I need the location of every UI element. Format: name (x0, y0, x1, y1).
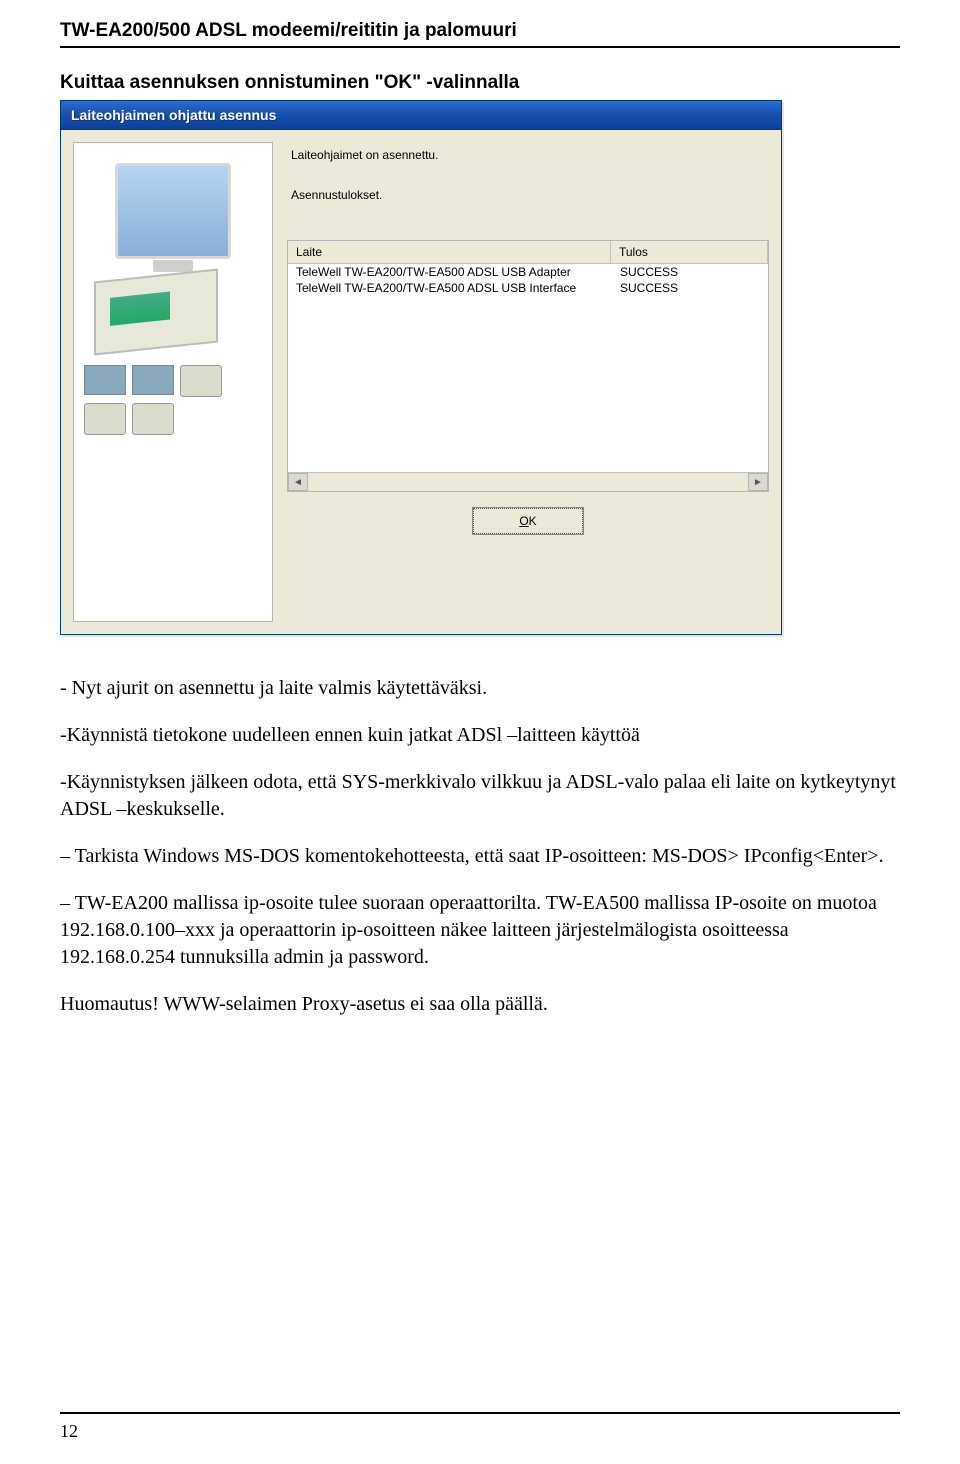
floppy-disk-icon (180, 365, 222, 397)
dialog-message-1: Laiteohjaimet on asennettu. (291, 148, 765, 162)
computer-box-icon (94, 268, 218, 355)
results-list: Laite Tulos TeleWell TW-EA200/TW-EA500 A… (287, 240, 769, 492)
footer-divider (60, 1412, 900, 1414)
paragraph: -Käynnistä tietokone uudelleen ennen kui… (60, 722, 900, 749)
column-header-device[interactable]: Laite (288, 241, 611, 263)
dialog-message-2: Asennustulokset. (291, 188, 765, 202)
list-item[interactable]: TeleWell TW-EA200/TW-EA500 ADSL USB Inte… (288, 280, 768, 296)
dialog-titlebar: Laiteohjaimen ohjattu asennus (61, 101, 781, 130)
dialog-graphic-pane (73, 142, 273, 622)
paragraph: - Nyt ajurit on asennettu ja laite valmi… (60, 675, 900, 702)
list-item[interactable]: TeleWell TW-EA200/TW-EA500 ADSL USB Adap… (288, 264, 768, 280)
ok-button[interactable]: OOKK (473, 508, 583, 534)
hardware-chip-icon (132, 365, 174, 395)
paragraph: Huomautus! WWW-selaimen Proxy-asetus ei … (60, 991, 900, 1018)
device-cell: TeleWell TW-EA200/TW-EA500 ADSL USB Adap… (296, 265, 620, 279)
result-cell: SUCCESS (620, 281, 760, 295)
horizontal-scrollbar[interactable]: ◄ ► (288, 472, 768, 491)
floppy-disk-icon (84, 403, 126, 435)
paragraph: -Käynnistyksen jälkeen odota, että SYS-m… (60, 769, 900, 823)
page-number: 12 (60, 1421, 78, 1442)
driver-install-dialog: Laiteohjaimen ohjattu asennus Laiteohjai… (60, 100, 782, 635)
hardware-chip-icon (84, 365, 126, 395)
page-header-title: TW-EA200/500 ADSL modeemi/reititin ja pa… (60, 20, 900, 48)
result-cell: SUCCESS (620, 265, 760, 279)
paragraph: – Tarkista Windows MS-DOS komentokehotte… (60, 843, 900, 870)
section-subheading: Kuittaa asennuksen onnistuminen "OK" -va… (60, 72, 900, 94)
paragraph: – TW-EA200 mallissa ip-osoite tulee suor… (60, 890, 900, 971)
monitor-icon (115, 163, 231, 259)
column-header-result[interactable]: Tulos (611, 241, 768, 263)
scroll-right-icon[interactable]: ► (748, 473, 768, 491)
device-cell: TeleWell TW-EA200/TW-EA500 ADSL USB Inte… (296, 281, 620, 295)
drive-icon (132, 403, 174, 435)
document-body: - Nyt ajurit on asennettu ja laite valmi… (60, 675, 900, 1018)
scroll-left-icon[interactable]: ◄ (288, 473, 308, 491)
